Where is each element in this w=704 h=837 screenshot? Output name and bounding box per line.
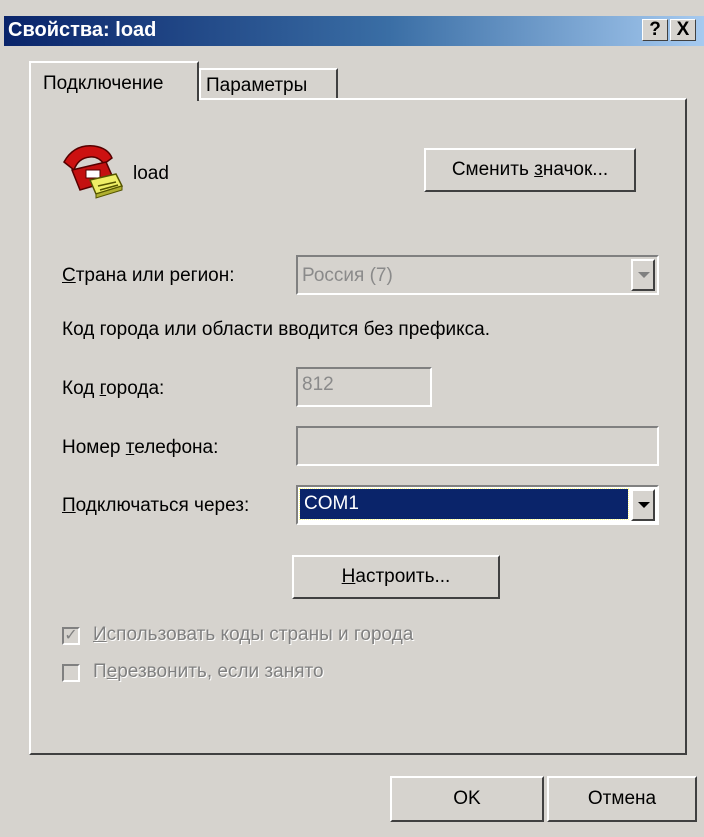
- close-icon: X: [676, 19, 690, 40]
- ok-label: OK: [453, 788, 481, 809]
- city-code-value: 812: [302, 374, 334, 395]
- city-code-field[interactable]: 812: [296, 367, 432, 407]
- title-bar[interactable]: Свойства: load ? X: [4, 16, 704, 46]
- connect-using-label: Подключаться через:: [62, 495, 250, 516]
- configure-text: астроить...: [355, 566, 451, 587]
- redial-label: Перезвонить, если занято: [93, 661, 324, 682]
- country-dropdown-button[interactable]: [631, 259, 655, 291]
- properties-dialog: Свойства: load ? X Параметры Подключение…: [0, 0, 704, 837]
- help-icon: ?: [649, 19, 661, 40]
- connect-using-dropdown-button[interactable]: [631, 489, 655, 521]
- change-icon-text: Сменить: [451, 159, 535, 180]
- tab-parameters-label: Параметры: [206, 75, 308, 96]
- hint-text: Код города или области вводится без преф…: [62, 319, 490, 340]
- check-icon: ✓: [64, 627, 78, 644]
- country-value: Россия (7): [302, 265, 393, 286]
- country-label: Страна или регион:: [62, 265, 235, 286]
- chevron-down-icon: [638, 272, 650, 278]
- use-codes-label: Использовать коды страны и города: [93, 624, 414, 645]
- phone-field[interactable]: [296, 426, 659, 466]
- country-select[interactable]: Россия (7): [296, 255, 659, 295]
- change-icon-text-rest: начок...: [542, 159, 609, 180]
- help-button[interactable]: ?: [642, 19, 668, 41]
- change-icon-button[interactable]: Сменить значок...: [424, 148, 636, 192]
- connection-name: load: [133, 163, 169, 184]
- window-title: Свойства: load: [8, 19, 157, 41]
- connect-using-selection: COM1: [299, 488, 629, 520]
- ok-button[interactable]: OK: [390, 776, 544, 822]
- chevron-down-icon: [638, 502, 650, 508]
- use-codes-checkbox[interactable]: ✓: [62, 627, 80, 645]
- tab-parameters[interactable]: Параметры: [199, 68, 338, 100]
- city-code-label: Код города:: [62, 378, 165, 399]
- tab-connection[interactable]: Подключение: [29, 61, 199, 101]
- redial-checkbox[interactable]: [62, 664, 80, 682]
- close-button[interactable]: X: [670, 19, 696, 41]
- tab-connection-label: Подключение: [43, 73, 164, 94]
- phone-label: Номер телефона:: [62, 437, 219, 458]
- telephone-icon: [63, 145, 124, 199]
- change-icon-accel: з: [534, 159, 543, 180]
- configure-accel: Н: [341, 566, 356, 587]
- cancel-label: Отмена: [587, 788, 657, 809]
- cancel-button[interactable]: Отмена: [547, 776, 697, 822]
- connect-using-value: COM1: [304, 493, 359, 514]
- connect-using-select[interactable]: COM1: [296, 485, 659, 525]
- configure-button[interactable]: Настроить...: [292, 555, 500, 599]
